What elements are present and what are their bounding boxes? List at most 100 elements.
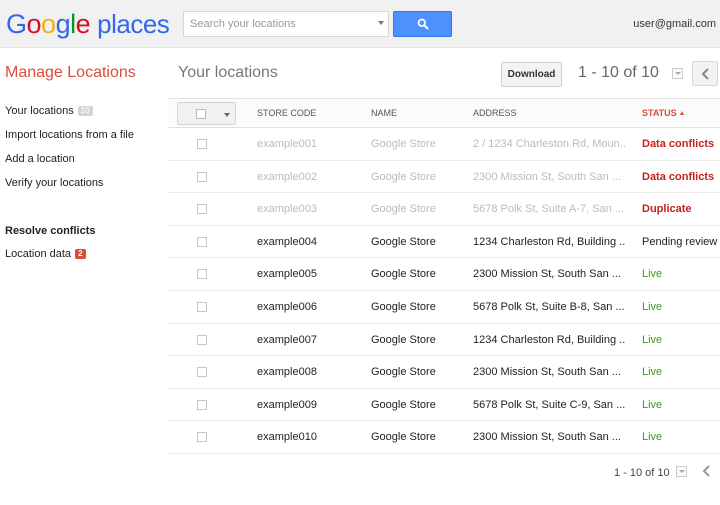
- pagination-range-bottom: 1 - 10 of 10: [614, 467, 670, 479]
- sidebar-item-import[interactable]: Import locations from a file: [5, 129, 134, 141]
- store-code-cell: example004: [257, 235, 317, 248]
- table-row[interactable]: example009 Google Store 5678 Polk St, Suit…: [168, 389, 720, 422]
- store-code-cell: example002: [257, 170, 317, 183]
- row-checkbox[interactable]: [197, 139, 207, 149]
- logo-letter: g: [55, 9, 71, 39]
- name-cell: Google Store: [371, 138, 436, 150]
- status-cell: Live: [642, 333, 663, 346]
- sidebar-item-verify[interactable]: Verify your locations: [5, 177, 103, 189]
- chevron-down-icon[interactable]: [378, 21, 384, 25]
- status-cell[interactable]: Duplicate: [642, 193, 720, 225]
- previous-page-button-bottom[interactable]: [693, 458, 719, 483]
- row-checkbox[interactable]: [197, 367, 207, 378]
- column-header-label: Status: [642, 108, 677, 118]
- select-all-dropdown[interactable]: [177, 102, 236, 125]
- table-row[interactable]: example007 Google Store 1234 Charleston Rd…: [168, 324, 720, 357]
- status-cell: Live: [642, 431, 663, 444]
- row-checkbox[interactable]: [197, 236, 207, 247]
- name-cell: Google Store: [371, 203, 436, 216]
- store-code-cell: example001: [257, 138, 317, 150]
- address-cell: 1234 Charleston Rd, Building ...: [473, 235, 625, 248]
- logo-product-name: places: [97, 9, 170, 39]
- chevron-down-icon[interactable]: [676, 466, 687, 477]
- address-cell: 2 / 1234 Charleston Rd, Moun...: [473, 138, 625, 150]
- row-checkbox[interactable]: [197, 171, 207, 182]
- conflict-count-badge: 2: [75, 249, 86, 259]
- table-body: example001 Google Store 2 / 1234 Charlesto…: [168, 128, 720, 454]
- chevron-down-icon[interactable]: [672, 68, 683, 79]
- table-row[interactable]: example004 Google Store 1234 Charleston Rd…: [168, 226, 720, 259]
- table-row[interactable]: example003 Google Store 5678 Polk St, Suit…: [168, 193, 720, 226]
- chevron-left-icon: [701, 68, 709, 80]
- row-checkbox[interactable]: [197, 399, 207, 410]
- store-code-cell: example008: [257, 366, 317, 379]
- address-cell: 2300 Mission St, South San ...: [473, 366, 621, 379]
- search-input[interactable]: [184, 12, 364, 36]
- row-checkbox[interactable]: [197, 269, 207, 280]
- row-checkbox[interactable]: [197, 204, 207, 215]
- logo-letter: G: [6, 9, 27, 39]
- address-cell: 1234 Charleston Rd, Building ...: [473, 333, 625, 346]
- search-button[interactable]: [393, 11, 452, 37]
- chevron-left-icon: [702, 465, 710, 477]
- search-icon: [417, 18, 429, 30]
- status-cell: Live: [642, 268, 663, 281]
- resolve-conflicts-heading: Resolve conflicts: [5, 225, 96, 237]
- name-cell: Google Store: [371, 170, 436, 183]
- store-code-cell: example010: [257, 431, 317, 444]
- logo-letter: e: [75, 9, 91, 39]
- row-checkbox[interactable]: [197, 334, 207, 345]
- page-title: Your locations: [178, 64, 278, 81]
- name-cell: Google Store: [371, 431, 436, 444]
- store-code-cell: example003: [257, 203, 317, 216]
- previous-page-button[interactable]: [692, 61, 718, 86]
- table-row[interactable]: example006 Google Store 5678 Polk St, Suit…: [168, 291, 720, 324]
- table-header: Store code Name Address Status: [168, 98, 720, 128]
- name-cell: Google Store: [371, 268, 436, 281]
- address-cell: 2300 Mission St, South San ...: [473, 268, 621, 281]
- select-all-checkbox[interactable]: [196, 109, 206, 119]
- store-code-cell: example007: [257, 333, 317, 346]
- name-cell: Google Store: [371, 300, 436, 313]
- top-bar: Googleplaces user@gmail.com: [0, 0, 720, 48]
- status-cell[interactable]: Data conflicts: [642, 128, 720, 160]
- column-header-address[interactable]: Address: [473, 99, 517, 127]
- address-cell: 5678 Polk St, Suite A-7, San ...: [473, 203, 625, 216]
- status-cell: Live: [642, 300, 663, 313]
- row-checkbox[interactable]: [197, 432, 207, 443]
- logo-letter: o: [26, 9, 42, 39]
- sidebar-item-your-locations[interactable]: Your locations 10: [5, 105, 93, 117]
- search-box: [183, 11, 389, 37]
- address-cell: 5678 Polk St, Suite B-8, San ...: [473, 300, 625, 313]
- store-code-cell: example005: [257, 268, 317, 281]
- address-cell: 2300 Mission St, South San ...: [473, 431, 621, 444]
- sidebar-title: Manage Locations: [5, 64, 136, 81]
- google-places-logo[interactable]: Google places: [6, 8, 170, 40]
- column-header-status[interactable]: Status: [642, 99, 684, 127]
- table-row[interactable]: example010 Google Store 2300 Mission St, S…: [168, 421, 720, 454]
- status-cell: Live: [642, 366, 663, 379]
- table-row[interactable]: example008 Google Store 2300 Mission St, S…: [168, 356, 720, 389]
- user-email[interactable]: user@gmail.com: [633, 18, 716, 30]
- row-checkbox[interactable]: [197, 301, 207, 312]
- name-cell: Google Store: [371, 398, 436, 411]
- name-cell: Google Store: [371, 333, 436, 346]
- location-count-badge: 10: [77, 106, 93, 116]
- sidebar-item-add-location[interactable]: Add a location: [5, 153, 75, 165]
- logo-letter: o: [41, 9, 56, 39]
- sidebar-item-label: Location data: [5, 248, 72, 260]
- status-cell[interactable]: Data conflicts: [642, 161, 720, 193]
- table-row[interactable]: example002 Google Store 2300 Mission St, S…: [168, 161, 720, 194]
- address-cell: 2300 Mission St, South San ...: [473, 170, 621, 183]
- status-cell: Pending review: [642, 235, 718, 248]
- locations-table: Store code Name Address Status example00…: [168, 98, 720, 454]
- sidebar-item-location-data[interactable]: Location data 2: [5, 248, 86, 260]
- chevron-down-icon[interactable]: [224, 113, 230, 117]
- sort-ascending-icon: [679, 111, 684, 115]
- download-button[interactable]: Download: [501, 62, 562, 87]
- table-row[interactable]: example001 Google Store 2 / 1234 Charlesto…: [168, 128, 720, 161]
- table-row[interactable]: example005 Google Store 2300 Mission St, S…: [168, 258, 720, 291]
- store-code-cell: example009: [257, 398, 317, 411]
- column-header-name[interactable]: Name: [371, 99, 397, 127]
- column-header-store-code[interactable]: Store code: [257, 99, 316, 127]
